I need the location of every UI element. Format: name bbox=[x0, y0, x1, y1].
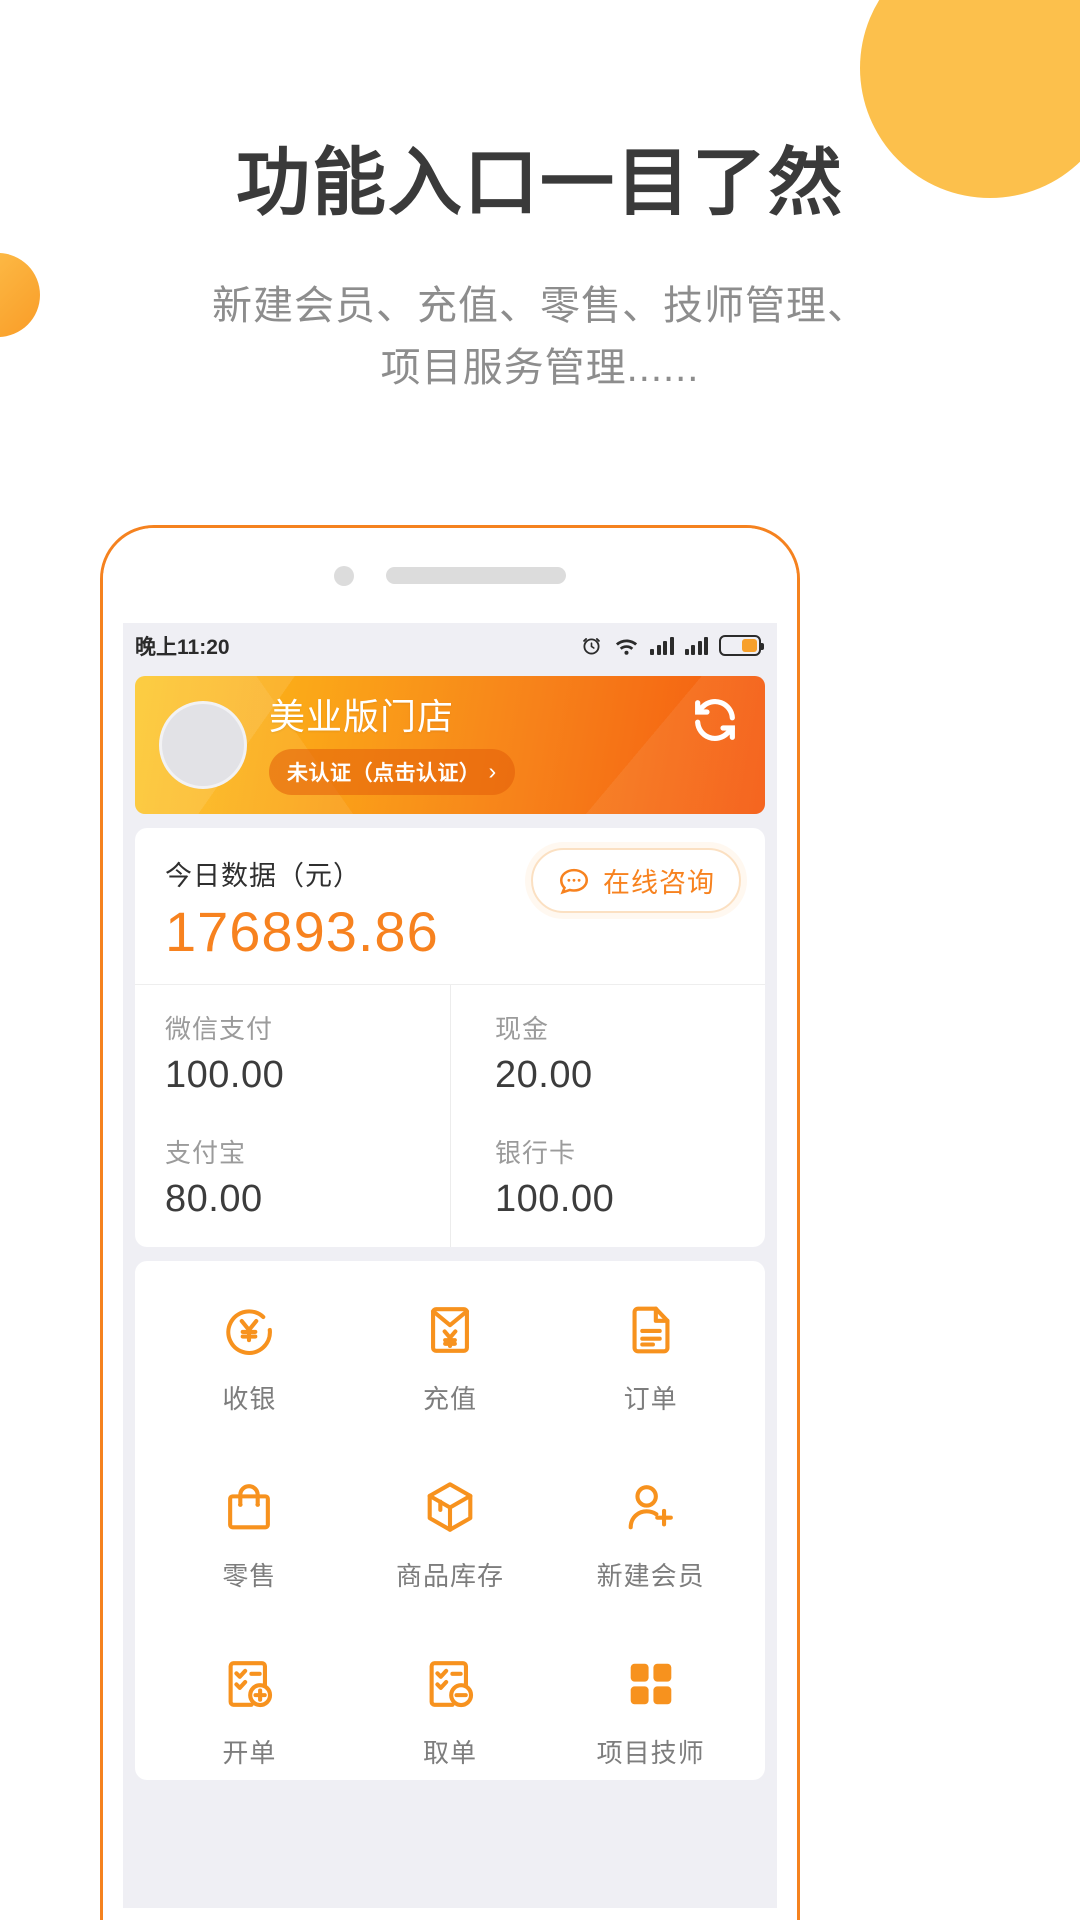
menu-item-orders[interactable]: 订单 bbox=[550, 1301, 751, 1416]
payment-label: 支付宝 bbox=[165, 1137, 247, 1168]
status-bar-time: 晚上11:20 bbox=[135, 635, 230, 659]
payment-value: 20.00 bbox=[495, 1053, 593, 1096]
page-subtitle: 新建会员、充值、零售、技师管理、 项目服务管理...... bbox=[0, 275, 1080, 399]
menu-item-project-technician[interactable]: 项目技师 bbox=[550, 1655, 751, 1770]
payment-cell-cash: 现金 20.00 bbox=[450, 984, 765, 1123]
phone-top-bezel bbox=[103, 528, 797, 623]
menu-item-label: 取单 bbox=[422, 1737, 477, 1768]
verify-badge-label: 未认证（点击认证） bbox=[287, 761, 481, 785]
payment-label: 微信支付 bbox=[165, 1013, 274, 1044]
today-data-card: 今日数据（元） 176893.86 在线咨询 微信支付 100.00 现金 20… bbox=[135, 828, 765, 1247]
today-summary: 今日数据（元） 176893.86 在线咨询 bbox=[135, 828, 765, 985]
promo-page: 功能入口一目了然 新建会员、充值、零售、技师管理、 项目服务管理...... 晚… bbox=[0, 0, 1080, 1920]
signal-icon bbox=[650, 636, 674, 655]
grid-squares-icon bbox=[630, 1663, 671, 1705]
chevron-right-icon: › bbox=[488, 758, 497, 785]
chat-bubble-icon bbox=[559, 868, 589, 894]
page-title: 功能入口一目了然 bbox=[236, 141, 844, 224]
menu-item-cashier[interactable]: 收银 bbox=[149, 1301, 350, 1416]
online-consult-label: 在线咨询 bbox=[603, 868, 715, 898]
payment-label: 银行卡 bbox=[495, 1137, 577, 1168]
verify-badge[interactable]: 未认证（点击认证） › bbox=[269, 748, 515, 795]
phone-screen: 晚上11:20 美业版门店 未认证（点击认证） › 今日数据（元） 176893… bbox=[123, 623, 777, 1908]
menu-item-label: 收银 bbox=[222, 1383, 277, 1414]
red-envelope-yen-icon bbox=[431, 1306, 469, 1353]
status-bar: 晚上11:20 bbox=[123, 623, 777, 668]
menu-item-label: 充值 bbox=[422, 1383, 477, 1414]
menu-item-inventory[interactable]: 商品库存 bbox=[350, 1478, 551, 1593]
status-bar-icons bbox=[580, 634, 764, 657]
avatar[interactable] bbox=[159, 701, 247, 789]
store-header-banner[interactable]: 美业版门店 未认证（点击认证） › bbox=[135, 676, 765, 814]
menu-item-label: 开单 bbox=[222, 1737, 277, 1768]
menu-item-new-member[interactable]: 新建会员 bbox=[550, 1478, 751, 1593]
page-subtitle-line-2: 项目服务管理...... bbox=[380, 346, 700, 390]
signal-icon bbox=[684, 636, 708, 655]
menu-item-label: 订单 bbox=[623, 1383, 678, 1414]
battery-icon bbox=[719, 635, 764, 656]
payment-cell-bankcard: 银行卡 100.00 bbox=[450, 1122, 765, 1247]
payment-label: 现金 bbox=[495, 1013, 550, 1044]
speaker-grille bbox=[386, 567, 566, 584]
checklist-minus-icon bbox=[429, 1660, 474, 1707]
menu-item-cancel-order[interactable]: 取单 bbox=[350, 1655, 551, 1770]
payment-cell-wechat: 微信支付 100.00 bbox=[135, 985, 450, 1123]
checklist-plus-icon bbox=[228, 1660, 273, 1707]
user-plus-icon bbox=[628, 1484, 673, 1530]
menu-item-open-order[interactable]: 开单 bbox=[149, 1655, 350, 1770]
menu-item-label: 项目技师 bbox=[596, 1737, 705, 1768]
camera-icon bbox=[334, 565, 354, 586]
menu-item-label: 商品库存 bbox=[395, 1560, 504, 1591]
menu-item-recharge[interactable]: 充值 bbox=[350, 1301, 551, 1416]
yen-circle-icon bbox=[226, 1309, 273, 1355]
document-icon bbox=[632, 1306, 670, 1354]
store-info: 美业版门店 未认证（点击认证） › bbox=[269, 695, 515, 795]
payment-cell-alipay: 支付宝 80.00 bbox=[135, 1123, 450, 1247]
menu-item-retail[interactable]: 零售 bbox=[149, 1478, 350, 1593]
function-grid-card: 收银 充值 订单 零售 商品库存 新建会员 开单 取单 项目技师 bbox=[135, 1260, 765, 1780]
refresh-button[interactable] bbox=[689, 694, 741, 751]
page-subtitle-line-1: 新建会员、充值、零售、技师管理、 bbox=[212, 284, 868, 328]
menu-item-label: 零售 bbox=[222, 1560, 277, 1591]
function-grid: 收银 充值 订单 零售 商品库存 新建会员 开单 取单 项目技师 bbox=[149, 1301, 751, 1770]
payment-value: 80.00 bbox=[165, 1177, 263, 1220]
payment-value: 100.00 bbox=[495, 1177, 615, 1220]
refresh-icon bbox=[695, 698, 735, 742]
alarm-icon bbox=[580, 634, 603, 657]
payment-value: 100.00 bbox=[165, 1053, 285, 1096]
store-name: 美业版门店 bbox=[269, 696, 455, 738]
box-icon bbox=[427, 1482, 473, 1532]
online-consult-button[interactable]: 在线咨询 bbox=[531, 848, 741, 913]
menu-item-label: 新建会员 bbox=[596, 1560, 705, 1591]
wifi-icon bbox=[614, 636, 639, 656]
phone-mockup: 晚上11:20 美业版门店 未认证（点击认证） › 今日数据（元） 176893… bbox=[100, 525, 800, 1920]
shopping-bag-icon bbox=[228, 1483, 271, 1530]
payment-breakdown: 微信支付 100.00 现金 20.00 支付宝 80.00 银行卡 100.0… bbox=[135, 984, 765, 1247]
